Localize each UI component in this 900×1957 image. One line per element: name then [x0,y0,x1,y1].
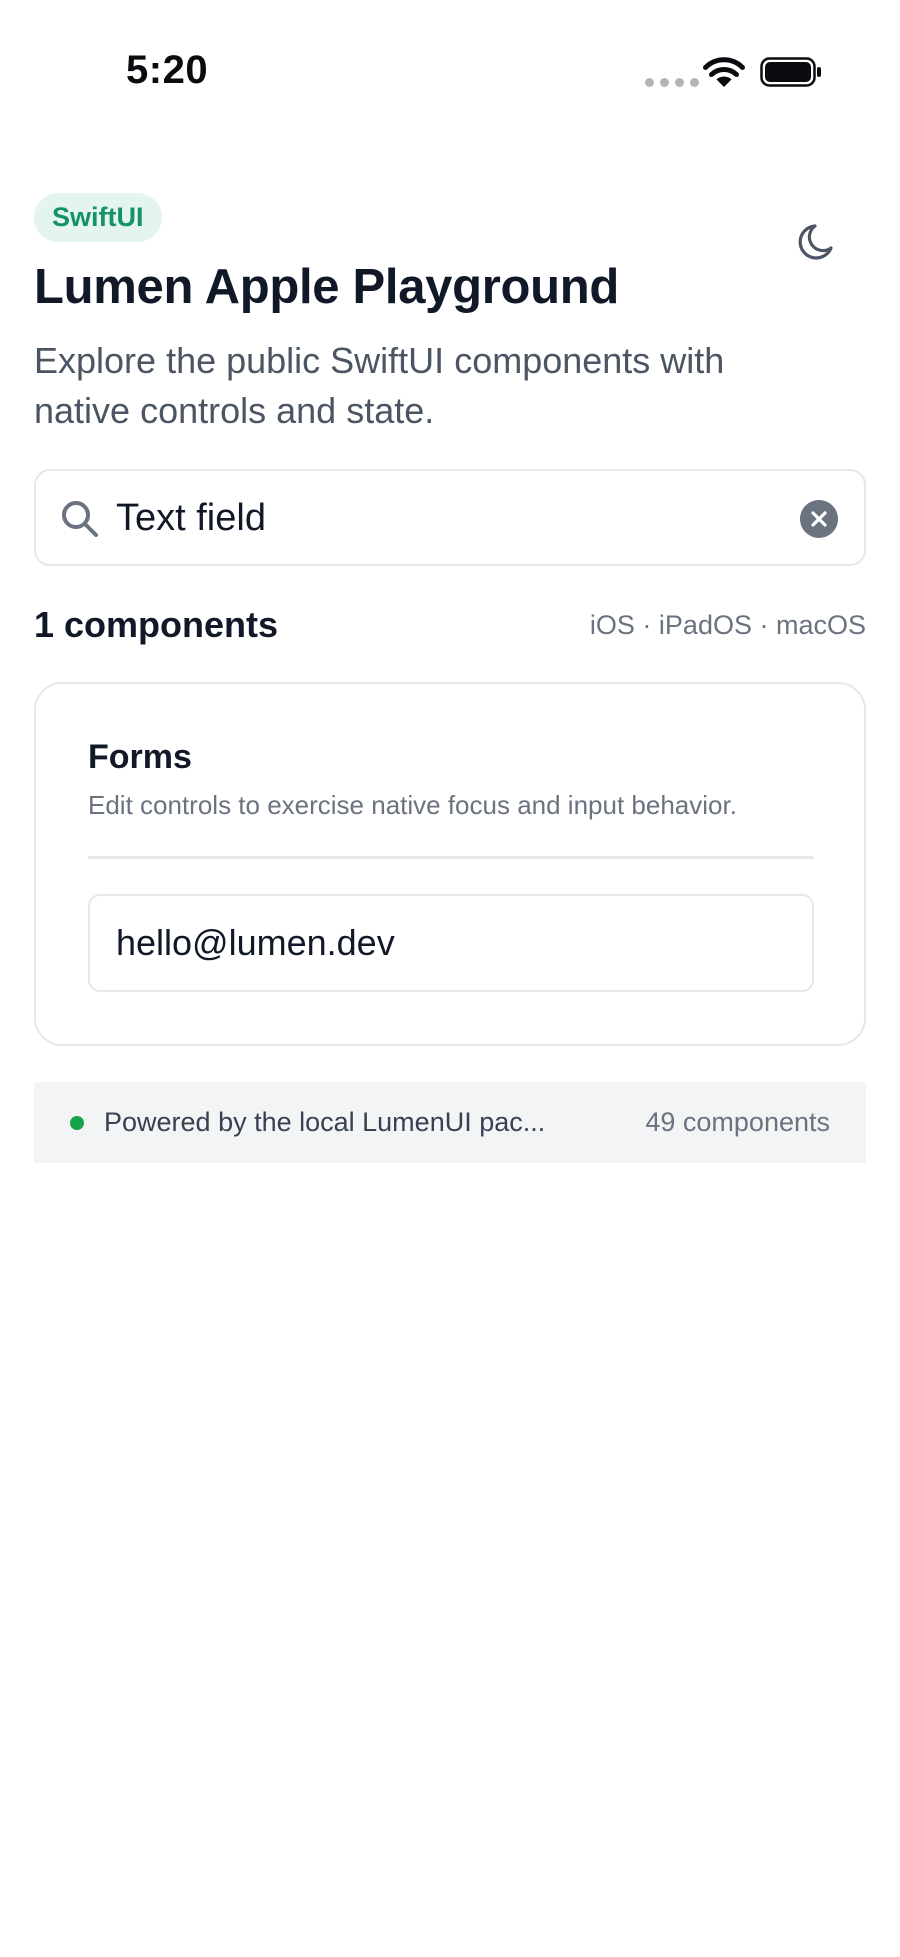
cellular-signal-icon [645,78,699,87]
page-subtitle: Explore the public SwiftUI components wi… [34,340,725,431]
status-time: 5:20 [126,48,209,92]
clear-icon[interactable] [800,500,838,538]
card-title: Forms [88,738,192,776]
status-footer: Powered by the local LumenUI pac... 49 c… [34,1082,866,1163]
status-dot [70,1115,84,1130]
email-field[interactable] [88,894,814,992]
wifi-icon [703,57,745,87]
battery-icon [760,57,821,87]
footer-component-count: 49 components [645,1107,830,1137]
search-bar [34,469,866,566]
moon-icon[interactable] [793,218,841,266]
result-count: 1 components [34,604,279,645]
framework-badge: SwiftUI [34,193,162,242]
search-icon [62,501,98,537]
card-description: Edit controls to exercise native focus a… [88,790,737,820]
footer-status-text: Powered by the local LumenUI pac... [104,1107,546,1137]
component-card: Forms Edit controls to exercise native f… [34,682,866,1046]
platforms-label: iOS · iPadOS · macOS [589,610,866,640]
status-bar: 5:20 [0,0,900,150]
divider [88,856,814,859]
search-input[interactable] [116,491,716,546]
page-title: Lumen Apple Playground [34,260,620,314]
